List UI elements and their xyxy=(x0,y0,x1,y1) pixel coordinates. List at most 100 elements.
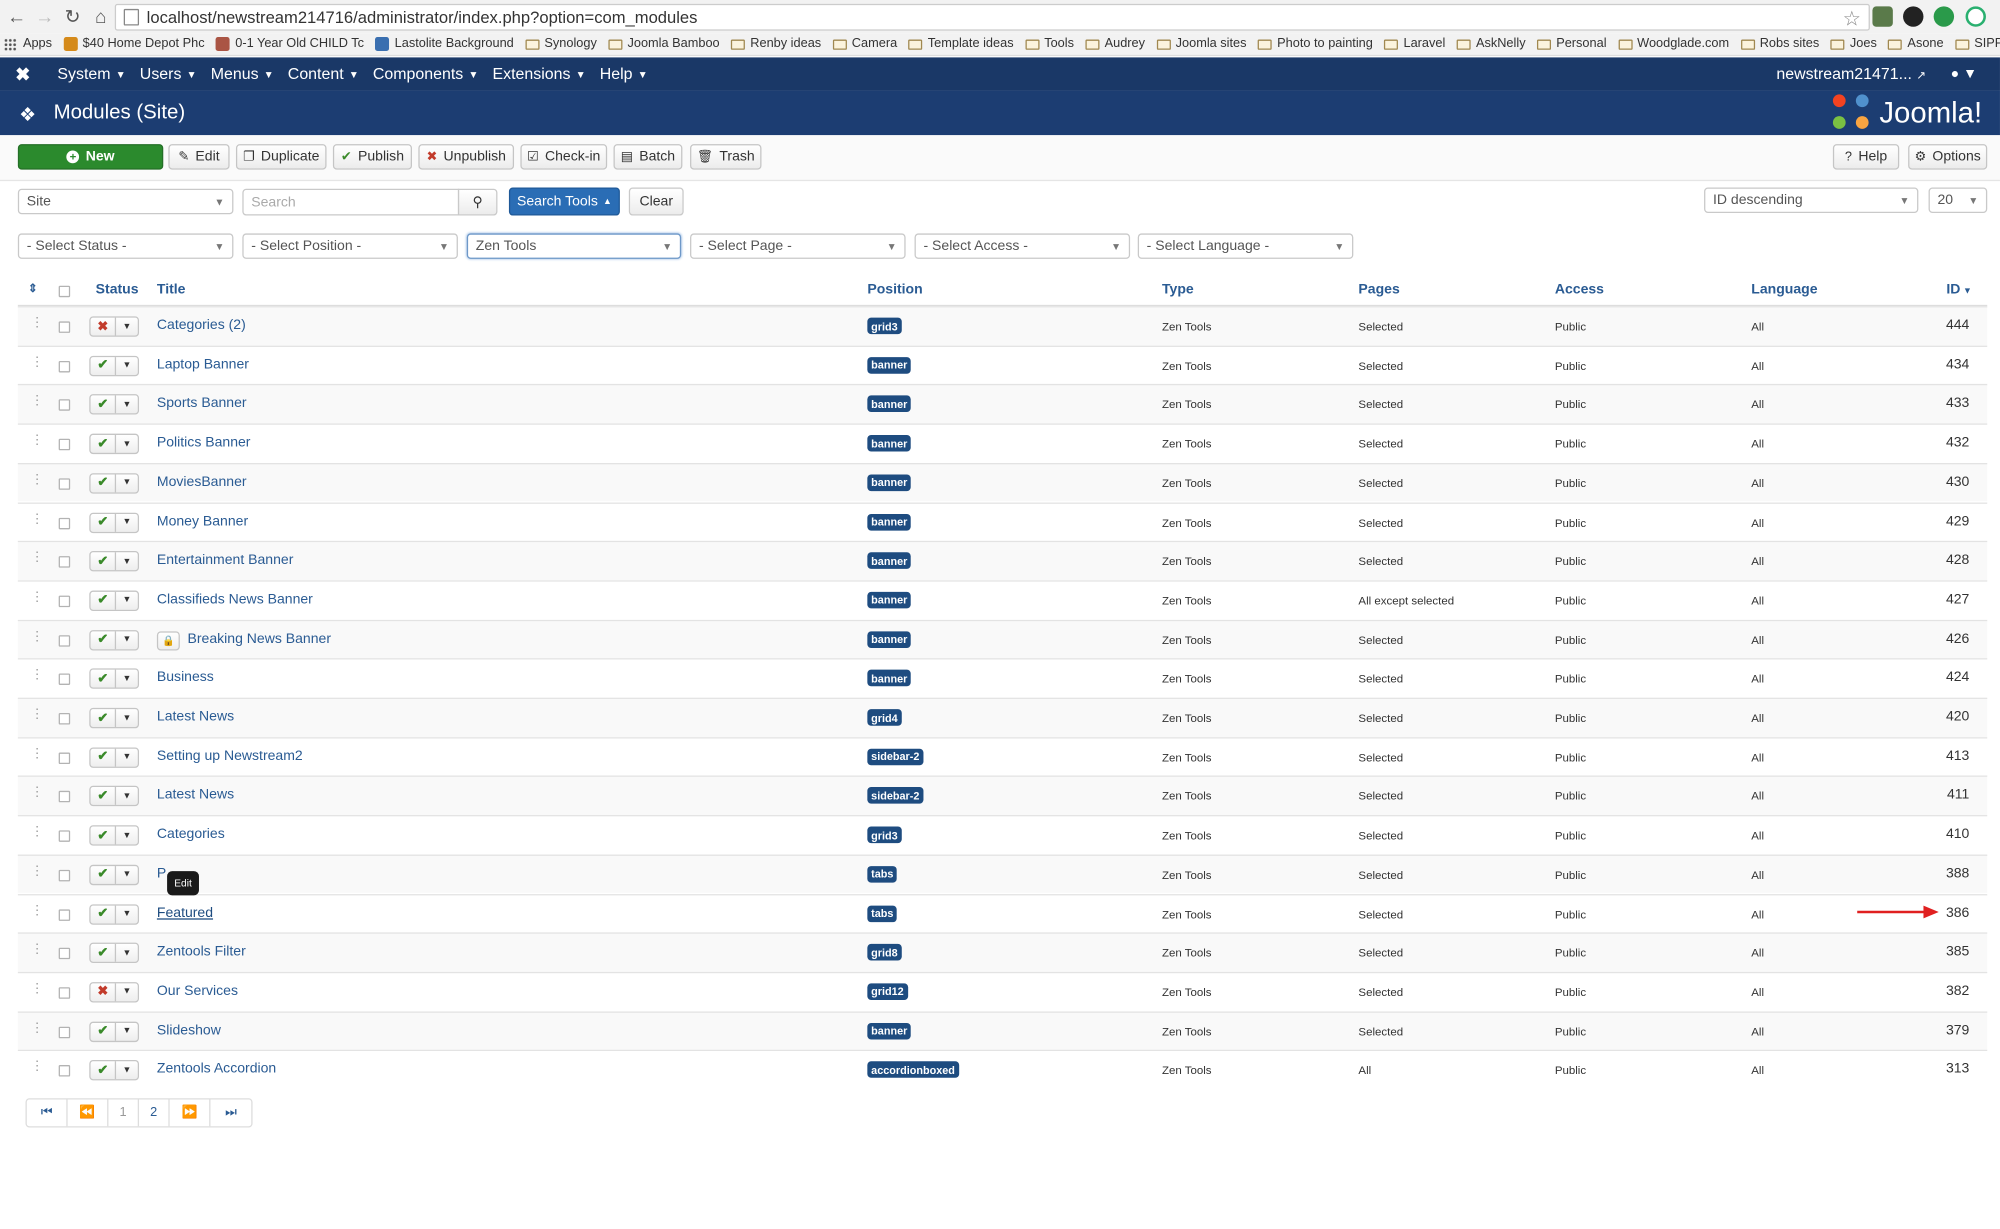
status-dropdown-icon[interactable]: ▼ xyxy=(116,1062,138,1080)
options-button[interactable]: ⚙ Options xyxy=(1908,144,1988,170)
drag-handle-icon[interactable]: ⋮ xyxy=(31,669,44,683)
status-dropdown-icon[interactable]: ▼ xyxy=(116,435,138,453)
access-filter[interactable]: - Select Access - ▼ xyxy=(914,233,1131,259)
ordering-sort-icon[interactable]: ⇕ xyxy=(28,282,38,296)
status-dropdown-icon[interactable]: ▼ xyxy=(116,748,138,766)
status-toggle[interactable]: ✔ ▼ xyxy=(89,668,140,690)
drag-handle-icon[interactable]: ⋮ xyxy=(31,825,44,839)
row-checkbox[interactable] xyxy=(58,478,71,490)
row-checkbox[interactable] xyxy=(58,752,71,764)
published-check-icon[interactable]: ✔ xyxy=(91,630,117,649)
published-check-icon[interactable]: ✔ xyxy=(91,513,117,532)
row-checkbox[interactable] xyxy=(58,869,71,882)
module-title-link[interactable]: Sports Banner xyxy=(157,396,247,411)
language-column-header[interactable]: Language xyxy=(1751,282,1817,297)
published-check-icon[interactable]: ✔ xyxy=(91,944,117,962)
module-title-link[interactable]: Slideshow xyxy=(157,1022,221,1037)
edit-button[interactable]: ✎ Edit xyxy=(168,144,230,170)
status-toggle[interactable]: ✖ ▼ xyxy=(89,316,140,337)
module-title-link[interactable]: Categories (2) xyxy=(157,318,246,333)
drag-handle-icon[interactable]: ⋮ xyxy=(31,1021,44,1035)
reload-icon[interactable]: ↻ xyxy=(59,3,87,31)
status-dropdown-icon[interactable]: ▼ xyxy=(116,592,138,610)
drag-handle-icon[interactable]: ⋮ xyxy=(31,708,44,722)
status-toggle[interactable]: ✔ ▼ xyxy=(89,903,140,925)
status-dropdown-icon[interactable]: ▼ xyxy=(116,631,138,649)
row-checkbox[interactable] xyxy=(58,595,71,607)
menu-menus[interactable]: Menus ▼ xyxy=(211,65,274,83)
drag-handle-icon[interactable]: ⋮ xyxy=(31,747,44,761)
status-dropdown-icon[interactable]: ▼ xyxy=(116,553,138,571)
bookmark-item[interactable]: Template ideas xyxy=(908,37,1014,51)
module-title-link[interactable]: Featured xyxy=(157,905,213,920)
status-toggle[interactable]: ✔ ▼ xyxy=(89,551,140,572)
published-check-icon[interactable]: ✔ xyxy=(91,591,117,610)
published-check-icon[interactable]: ✔ xyxy=(91,670,117,688)
status-toggle[interactable]: ✔ ▼ xyxy=(89,355,140,376)
position-filter[interactable]: - Select Position - ▼ xyxy=(242,233,458,259)
published-check-icon[interactable]: ✔ xyxy=(91,787,117,806)
row-checkbox[interactable] xyxy=(58,399,71,412)
status-toggle[interactable]: ✔ ▼ xyxy=(89,786,140,807)
page-1-button[interactable]: 1 xyxy=(108,1099,140,1127)
status-toggle[interactable]: ✔ ▼ xyxy=(89,942,140,964)
row-checkbox[interactable] xyxy=(58,1065,71,1077)
module-title-link[interactable]: Zentools Accordion xyxy=(157,1062,276,1077)
drag-handle-icon[interactable]: ⋮ xyxy=(31,943,44,957)
pages-column-header[interactable]: Pages xyxy=(1358,282,1399,297)
published-check-icon[interactable]: ✔ xyxy=(91,1061,117,1080)
published-check-icon[interactable]: ✔ xyxy=(91,826,117,845)
drag-handle-icon[interactable]: ⋮ xyxy=(31,786,44,800)
bookmark-item[interactable]: Joomla Bamboo xyxy=(608,37,720,51)
published-check-icon[interactable]: ✔ xyxy=(91,1022,117,1041)
bookmark-item[interactable]: Renby ideas xyxy=(731,37,821,51)
bookmark-item[interactable]: $40 Home Depot Phc xyxy=(63,36,205,52)
module-title-link[interactable]: Latest News xyxy=(157,709,234,724)
ordering-select[interactable]: ID descending ▼ xyxy=(1704,187,1919,214)
published-check-icon[interactable]: ✔ xyxy=(91,865,117,884)
bookmark-item[interactable]: Tools xyxy=(1025,37,1074,51)
bookmark-item[interactable]: Camera xyxy=(832,37,897,51)
bookmark-item[interactable]: Lastolite Background xyxy=(375,36,514,52)
batch-button[interactable]: ▤ Batch xyxy=(613,144,683,170)
menu-users[interactable]: Users ▼ xyxy=(140,65,197,83)
status-toggle[interactable]: ✔ ▼ xyxy=(89,707,140,729)
bookmark-star-icon[interactable]: ☆ xyxy=(1843,6,1861,32)
drag-handle-icon[interactable]: ⋮ xyxy=(31,512,44,526)
drag-handle-icon[interactable]: ⋮ xyxy=(31,1060,44,1074)
status-dropdown-icon[interactable]: ▼ xyxy=(116,866,138,884)
module-title-link[interactable]: Classifieds News Banner xyxy=(157,592,313,607)
next-page-button[interactable]: ⏩ xyxy=(170,1099,211,1127)
status-dropdown-icon[interactable]: ▼ xyxy=(116,944,138,962)
module-title-link[interactable]: Our Services xyxy=(157,983,238,998)
module-title-link[interactable]: Zentools Filter xyxy=(157,944,246,959)
position-column-header[interactable]: Position xyxy=(867,282,922,297)
status-dropdown-icon[interactable]: ▼ xyxy=(116,670,138,688)
extension-icon-3[interactable] xyxy=(1933,6,1955,27)
help-button[interactable]: ? Help xyxy=(1832,144,1900,170)
checkin-button[interactable]: ☑ Check-in xyxy=(520,144,608,170)
type-filter[interactable]: Zen Tools ▼ xyxy=(466,233,682,259)
module-title-link[interactable]: Setting up Newstream2 xyxy=(157,748,303,763)
published-check-icon[interactable]: ✔ xyxy=(91,435,117,453)
status-dropdown-icon[interactable]: ▼ xyxy=(116,513,138,531)
status-toggle[interactable]: ✔ ▼ xyxy=(89,629,140,650)
module-title-link[interactable]: MoviesBanner xyxy=(157,474,247,489)
status-toggle[interactable]: ✔ ▼ xyxy=(89,1060,140,1081)
drag-handle-icon[interactable]: ⋮ xyxy=(31,434,44,448)
status-dropdown-icon[interactable]: ▼ xyxy=(116,827,138,845)
status-toggle[interactable]: ✔ ▼ xyxy=(89,1021,140,1042)
module-title-link[interactable]: Money Banner xyxy=(157,513,248,528)
row-checkbox[interactable] xyxy=(58,713,71,725)
trash-button[interactable]: 🗑 Trash xyxy=(690,144,762,170)
bookmark-item[interactable]: SIPPs xyxy=(1955,37,2000,51)
drag-handle-icon[interactable]: ⋮ xyxy=(31,630,44,644)
menu-content[interactable]: Content ▼ xyxy=(288,65,359,83)
address-bar[interactable]: localhost/newstream214716/administrator/… xyxy=(114,3,1870,32)
status-dropdown-icon[interactable]: ▼ xyxy=(116,474,138,492)
duplicate-button[interactable]: ❐ Duplicate xyxy=(235,144,327,170)
status-toggle[interactable]: ✔ ▼ xyxy=(89,472,140,494)
module-title-link[interactable]: Breaking News Banner xyxy=(187,631,331,646)
drag-handle-icon[interactable]: ⋮ xyxy=(31,355,44,369)
row-checkbox[interactable] xyxy=(58,908,71,921)
